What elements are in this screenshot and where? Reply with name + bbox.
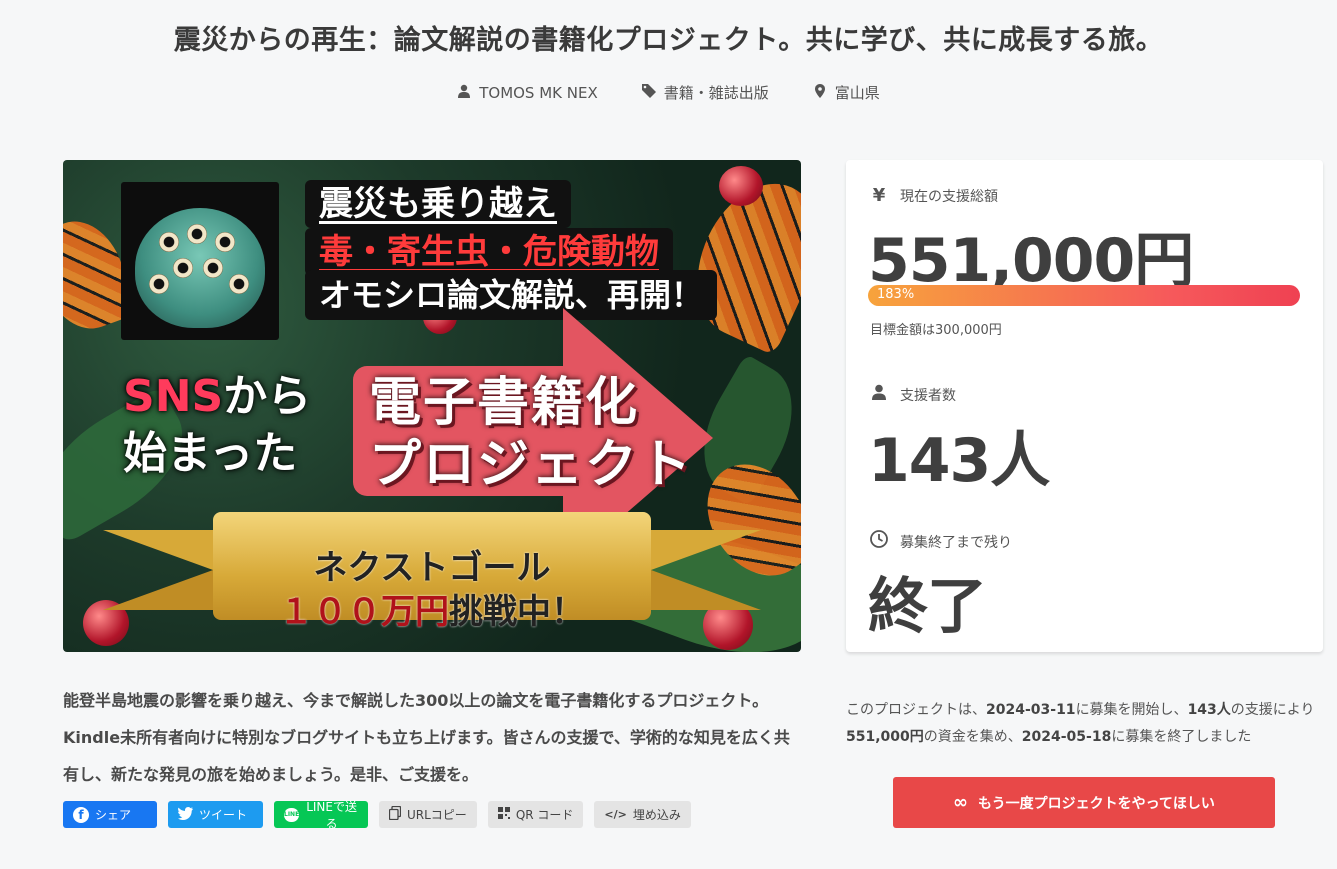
goal-amount: 目標金額は300,000円 (870, 323, 1002, 338)
qr-code-button[interactable]: QR コード (487, 801, 584, 828)
twitter-share-button[interactable]: ツイート (168, 801, 263, 828)
user-icon (457, 84, 471, 102)
embed-button[interactable]: </> 埋め込み (594, 801, 691, 828)
summary-text-2: に募集を開始し、 (1075, 702, 1188, 718)
hero-banner-line2: 毒・寄生虫・危険動物 (305, 228, 673, 276)
goal-ribbon: ネクストゴール １００万円挑戦中！ (103, 500, 761, 632)
twitter-share-label: ツイート (199, 808, 248, 822)
supporters-count: 143人 (868, 426, 1050, 496)
hero-sns-text: SNSから 始まった (123, 368, 311, 482)
summary-text-5: に募集を終了しました (1111, 729, 1252, 745)
project-meta: TOMOS MK NEX 書籍・雑誌出版 富山県 (0, 82, 1337, 103)
funding-progress-bar: 183% (868, 285, 1300, 306)
tag-icon (641, 83, 656, 102)
line-share-label: LINEで送る (306, 799, 357, 831)
qr-code-icon (497, 807, 510, 822)
infinity-icon: ∞ (953, 792, 969, 813)
berry-decoration (719, 166, 763, 206)
share-buttons: f シェア ツイート LINE LINEで送る URLコピー QR コード </… (63, 800, 691, 831)
next-goal-text: ネクストゴール (313, 548, 551, 588)
supporters-label: 支援者数 (900, 387, 956, 404)
yen-icon: ¥ (872, 185, 886, 206)
goal-challenge-text: 挑戦中！ (449, 592, 585, 632)
amount-label: 現在の支援総額 (900, 188, 998, 205)
location-name: 富山県 (834, 84, 880, 102)
project-description: 能登半島地震の影響を乗り越え、今まで解説した300以上の論文を電子書籍化するプロ… (63, 691, 790, 784)
request-again-button[interactable]: ∞ もう一度プロジェクトをやってほしい (893, 777, 1275, 828)
meta-owner[interactable]: TOMOS MK NEX (457, 82, 598, 103)
facebook-share-label: シェア (95, 808, 132, 822)
code-icon: </> (604, 808, 627, 821)
summary-text-4: の資金を集め、 (923, 729, 1022, 745)
summary-text-1: このプロジェクトは、 (846, 702, 986, 718)
amount-label-row: ¥ 現在の支援総額 (870, 185, 998, 206)
url-copy-label: URLコピー (407, 808, 467, 822)
funding-stats-panel: ¥ 現在の支援総額 551,000円 183% 目標金額は300,000円 支援… (846, 160, 1323, 652)
ebook-line2: プロジェクト (369, 435, 694, 496)
remaining-label: 募集終了まで残り (900, 534, 1012, 551)
spider-illustration (121, 182, 279, 340)
sns-rest-text: から (223, 371, 312, 422)
sns-line2-text: 始まった (123, 428, 298, 480)
embed-label: 埋め込み (632, 808, 681, 822)
hero-banner-line1: 震災も乗り越え (305, 180, 571, 228)
remaining-label-row: 募集終了まで残り (870, 530, 1012, 553)
project-summary: このプロジェクトは、2024-03-11に募集を開始し、143人の支援により 55… (846, 697, 1326, 751)
facebook-share-button[interactable]: f シェア (63, 801, 157, 828)
qr-code-label: QR コード (515, 808, 574, 822)
ebook-line1: 電子書籍化 (369, 373, 640, 433)
meta-category[interactable]: 書籍・雑誌出版 (641, 82, 769, 103)
goal-amount-red: １００万円 (279, 592, 449, 632)
clock-icon (870, 530, 888, 553)
page-title: 震災からの再生：論文解説の書籍化プロジェクト。共に学び、共に成長する旅。 (173, 25, 1164, 56)
url-copy-button[interactable]: URLコピー (379, 801, 477, 828)
line-icon: LINE (284, 807, 300, 822)
summary-start-date: 2024-03-11 (986, 702, 1076, 718)
owner-name: TOMOS MK NEX (479, 83, 598, 102)
project-hero-image: 震災も乗り越え 毒・寄生虫・危険動物 オモシロ論文解説、再開！ SNSから 始ま… (63, 160, 801, 652)
goal-amount-text: １００万円挑戦中！ (213, 584, 651, 633)
copy-icon (388, 805, 402, 823)
request-again-label: もう一度プロジェクトをやってほしい (978, 795, 1215, 812)
summary-text-3: の支援により (1230, 702, 1315, 718)
user-icon (870, 384, 888, 405)
map-pin-icon (813, 83, 827, 102)
meta-location[interactable]: 富山県 (813, 82, 880, 103)
facebook-icon: f (73, 806, 89, 823)
summary-supporters: 143人 (1187, 702, 1231, 718)
line-share-button[interactable]: LINE LINEで送る (274, 800, 368, 831)
hero-ebook-text: 電子書籍化 プロジェクト (369, 372, 693, 497)
summary-amount: 551,000円 (846, 729, 924, 745)
sns-red-text: SNS (123, 371, 224, 422)
progress-percent: 183% (877, 287, 915, 302)
summary-end-date: 2024-05-18 (1021, 729, 1112, 745)
supporters-label-row: 支援者数 (870, 384, 956, 405)
category-name: 書籍・雑誌出版 (663, 84, 769, 102)
twitter-bird-icon (178, 806, 193, 823)
remaining-time: 終了 (868, 572, 987, 642)
